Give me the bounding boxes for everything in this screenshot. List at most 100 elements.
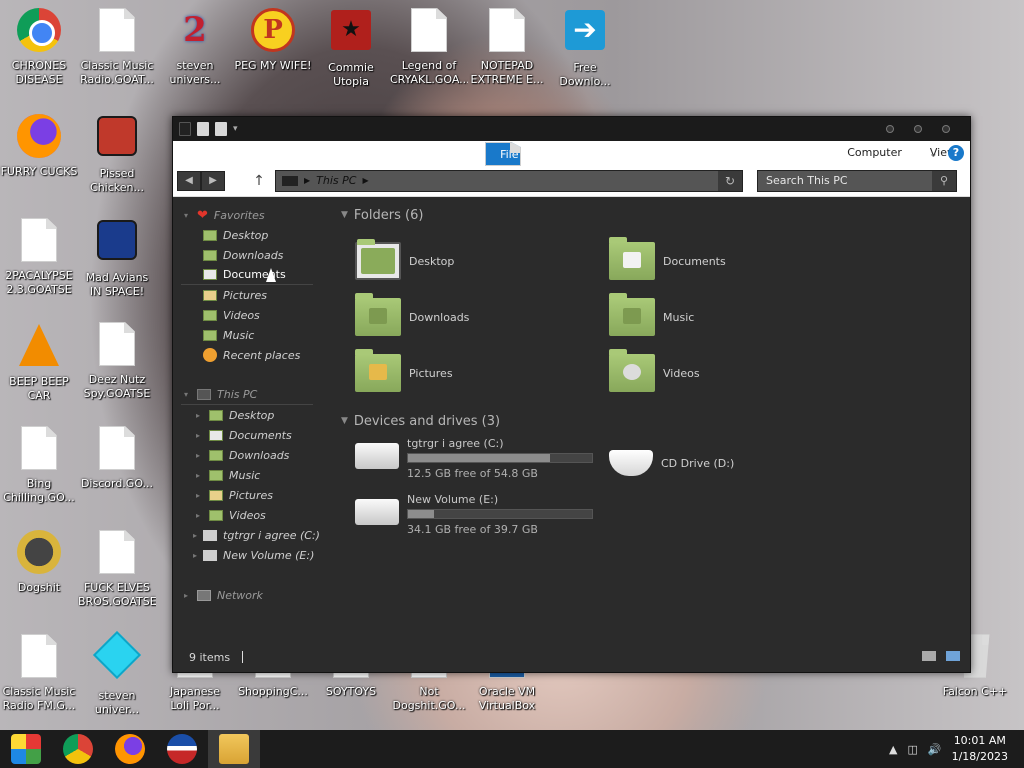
show-hidden-icons-icon[interactable]: ▲ xyxy=(889,743,897,756)
nav-fav-documents[interactable]: Documents xyxy=(181,265,313,285)
collapse-arrow-icon[interactable]: ▾ xyxy=(181,211,191,220)
folder-desktop[interactable]: Desktop xyxy=(355,237,595,285)
desktop-icon-peg-my-wife[interactable]: P PEG MY WIFE! xyxy=(234,6,312,73)
expand-arrow-icon[interactable]: ▸ xyxy=(193,491,203,500)
nav-fav-recent-places[interactable]: Recent places xyxy=(181,345,313,365)
collapse-arrow-icon[interactable]: ▼ xyxy=(341,210,348,220)
nav-pc-documents[interactable]: ▸ Documents xyxy=(181,425,313,445)
maximize-button[interactable] xyxy=(914,125,922,133)
folder-pictures[interactable]: Pictures xyxy=(355,349,595,397)
up-button[interactable]: ↑ xyxy=(249,171,269,191)
clock[interactable]: 10:01 AM 1/18/2023 xyxy=(952,733,1008,765)
desktop-icon-bing-chilling[interactable]: Bing Chilling.GO... xyxy=(0,424,78,505)
collapse-arrow-icon[interactable]: ▾ xyxy=(181,390,191,399)
nav-pc-drive-e[interactable]: ▸ New Volume (E:) xyxy=(181,545,314,565)
collapse-arrow-icon[interactable]: ▼ xyxy=(341,416,348,426)
desktop-icon-pissed-chicken[interactable]: Pissed Chicken... xyxy=(78,112,156,195)
nav-fav-downloads[interactable]: Downloads xyxy=(181,245,313,265)
expand-ribbon-icon[interactable]: ⌄ xyxy=(929,147,938,160)
desktop-icon-2pacalypse[interactable]: 2PACALYPSE 2.3.GOATSE xyxy=(0,216,78,297)
desktop-icon-legend-of-cryakl[interactable]: Legend of CRYAKL.GOA... xyxy=(390,6,468,87)
desktop-icon-notepad-extreme[interactable]: NOTEPAD EXTREME E... xyxy=(468,6,546,87)
drive-e[interactable]: New Volume (E:) 34.1 GB free of 39.7 GB xyxy=(355,493,605,543)
nav-fav-videos[interactable]: Videos xyxy=(181,305,313,325)
desktop-icon-steven-universe[interactable]: 2 steven univers... xyxy=(156,6,234,87)
desktop-icon-steven-universe-gem[interactable]: steven univer... xyxy=(78,630,156,717)
nav-pc-music[interactable]: ▸ Music xyxy=(181,465,313,485)
tab-computer[interactable]: Computer xyxy=(833,141,916,165)
large-icons-view-icon[interactable] xyxy=(946,651,960,661)
desktop-icon-classic-music-fm[interactable]: Classic Music Radio FM.G... xyxy=(0,632,78,713)
nav-fav-pictures[interactable]: Pictures xyxy=(181,285,313,305)
nav-pc-desktop[interactable]: ▸ Desktop xyxy=(181,405,313,425)
mouse-cursor-icon xyxy=(266,268,276,282)
desktop-icon-dogshit[interactable]: Dogshit xyxy=(0,528,78,595)
desktop-icon-furry-cucks[interactable]: FURRY CUCKS xyxy=(0,112,78,179)
refresh-button[interactable]: ↻ xyxy=(718,170,742,191)
breadcrumb-chevron-icon[interactable]: ▶ xyxy=(362,176,368,185)
taskbar-file-explorer[interactable] xyxy=(208,730,260,768)
taskbar-firefox[interactable] xyxy=(104,730,156,768)
expand-arrow-icon[interactable]: ▸ xyxy=(193,411,203,420)
nav-favorites[interactable]: ▾ ❤ Favorites xyxy=(181,205,313,225)
desktop-icon-classic-music-radio[interactable]: Classic Music Radio.GOAT... xyxy=(78,6,156,87)
back-button[interactable]: ◀ xyxy=(177,170,201,191)
search-box[interactable]: Search This PC ⚲ xyxy=(757,169,957,192)
details-view-icon[interactable] xyxy=(922,651,936,661)
taskbar: ▲ ◫ 🔊 10:01 AM 1/18/2023 xyxy=(0,730,1024,768)
nav-pc-downloads[interactable]: ▸ Downloads xyxy=(181,445,313,465)
nav-pc-pictures[interactable]: ▸ Pictures xyxy=(181,485,313,505)
taskbar-chrome[interactable] xyxy=(52,730,104,768)
drive-c[interactable]: tgtrgr i agree (C:) 12.5 GB free of 54.8… xyxy=(355,437,605,487)
expand-arrow-icon[interactable]: ▸ xyxy=(193,551,197,560)
breadcrumb-this-pc[interactable]: This PC xyxy=(316,174,356,187)
folder-music[interactable]: Music xyxy=(609,293,849,341)
nav-pc-drive-c[interactable]: ▸ tgtrgr i agree (C:) xyxy=(181,525,320,545)
expand-arrow-icon[interactable]: ▸ xyxy=(181,591,191,600)
desktop-icon-beep-beep-car[interactable]: BEEP BEEP CAR xyxy=(0,320,78,403)
cd-drive-d[interactable]: CD Drive (D:) xyxy=(609,443,809,483)
network-icon[interactable]: ◫ xyxy=(907,743,917,756)
minimize-button[interactable] xyxy=(886,125,894,133)
nav-fav-music[interactable]: Music xyxy=(181,325,313,345)
expand-arrow-icon[interactable]: ▸ xyxy=(193,471,203,480)
desktop-icon-fuck-elves[interactable]: FUCK ELVES BROS.GOATSE xyxy=(78,528,156,609)
drive-icon xyxy=(203,529,218,541)
desktop-icon-chrones-disease[interactable]: CHRONES DISEASE xyxy=(0,6,78,87)
pictures-folder-icon xyxy=(355,349,401,392)
folder-documents[interactable]: Documents xyxy=(609,237,849,285)
tab-file[interactable]: File xyxy=(485,142,522,166)
quick-access-dropdown-icon[interactable]: ▾ xyxy=(233,124,238,134)
expand-arrow-icon[interactable]: ▸ xyxy=(193,511,203,520)
help-icon[interactable]: ? xyxy=(948,145,964,161)
expand-arrow-icon[interactable]: ▸ xyxy=(193,431,203,440)
desktop-icon-commie-utopia[interactable]: ★ Commie Utopia xyxy=(312,6,390,89)
app-icon: 2 xyxy=(183,10,207,50)
address-bar[interactable]: ▶ This PC ▶ ↻ xyxy=(275,169,743,192)
expand-arrow-icon[interactable]: ▸ xyxy=(193,451,203,460)
search-icon[interactable]: ⚲ xyxy=(932,170,956,191)
nav-fav-desktop[interactable]: Desktop xyxy=(181,225,313,245)
navigation-pane: ▾ ❤ Favorites Desktop Downloads Documents … xyxy=(181,205,320,605)
expand-arrow-icon[interactable]: ▸ xyxy=(193,531,197,540)
nav-network[interactable]: ▸ Network xyxy=(181,585,313,605)
taskbar-obama-app[interactable] xyxy=(156,730,208,768)
nav-this-pc[interactable]: ▾ This PC xyxy=(181,385,313,405)
desktop-icon-mad-avians[interactable]: Mad Avians IN SPACE! xyxy=(78,216,156,299)
folders-section-header[interactable]: ▼ Folders (6) xyxy=(341,205,961,225)
desktop-icon-deez-nutz[interactable]: Deez Nutz Spy.GOATSE xyxy=(78,320,156,401)
folder-downloads[interactable]: Downloads xyxy=(355,293,595,341)
desktop-icon-free-download[interactable]: ➔ Free Downlo... xyxy=(546,6,624,89)
nav-pc-videos[interactable]: ▸ Videos xyxy=(181,505,313,525)
desktop-icon-discord[interactable]: Discord.GO... xyxy=(78,424,156,491)
start-button[interactable] xyxy=(0,730,52,768)
close-button[interactable] xyxy=(942,125,950,133)
drives-section-header[interactable]: ▼ Devices and drives (3) xyxy=(341,411,961,431)
volume-icon[interactable]: 🔊 xyxy=(928,743,942,756)
desktop-icon-label: FURRY CUCKS xyxy=(0,165,78,178)
forward-button[interactable]: ▶ xyxy=(201,170,225,191)
properties-icon[interactable] xyxy=(197,122,209,136)
new-folder-icon[interactable] xyxy=(215,122,227,136)
folder-videos[interactable]: Videos xyxy=(609,349,849,397)
drive-name: New Volume (E:) xyxy=(407,493,499,506)
